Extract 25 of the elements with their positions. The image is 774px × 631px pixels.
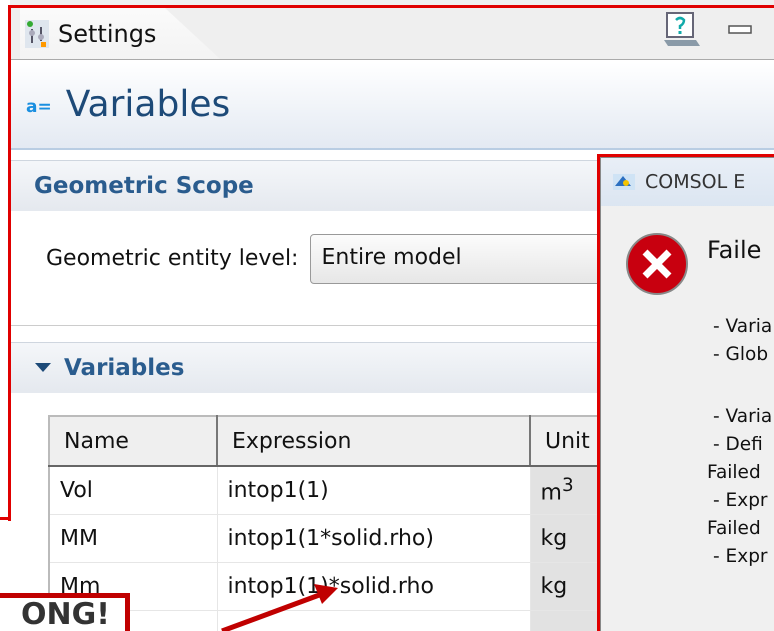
field-label: Geometric entity level: <box>46 246 298 271</box>
table-cell: Vol <box>49 466 217 514</box>
section-title: Variables <box>64 355 184 381</box>
error-message: Faile <box>707 236 762 264</box>
column-header[interactable]: Name <box>49 416 217 466</box>
error-detail: - Varia <box>712 406 772 429</box>
callout-box: ONG! <box>0 593 130 631</box>
error-detail: - Expr <box>712 546 769 569</box>
error-detail: Failed <box>707 462 762 485</box>
error-detail: - Varia <box>712 316 772 339</box>
column-header[interactable]: Expression <box>217 416 530 466</box>
error-detail: - Expr <box>712 490 769 513</box>
sliders-icon <box>24 18 50 48</box>
page-title: Variables <box>66 84 230 124</box>
variable-icon: a= <box>26 97 52 117</box>
minimize-icon[interactable] <box>728 24 754 36</box>
table-cell: intop1(1*solid.rho) <box>217 514 530 562</box>
error-detail: - Defi <box>712 434 764 457</box>
dialog-title: COMSOL E <box>645 171 746 193</box>
error-icon <box>625 232 689 296</box>
error-detail: Failed <box>707 518 762 541</box>
table-cell: intop1(1) <box>217 466 530 514</box>
table-cell: MM <box>49 514 217 562</box>
error-detail: - Glob <box>712 344 770 367</box>
app-logo-icon <box>611 172 637 192</box>
